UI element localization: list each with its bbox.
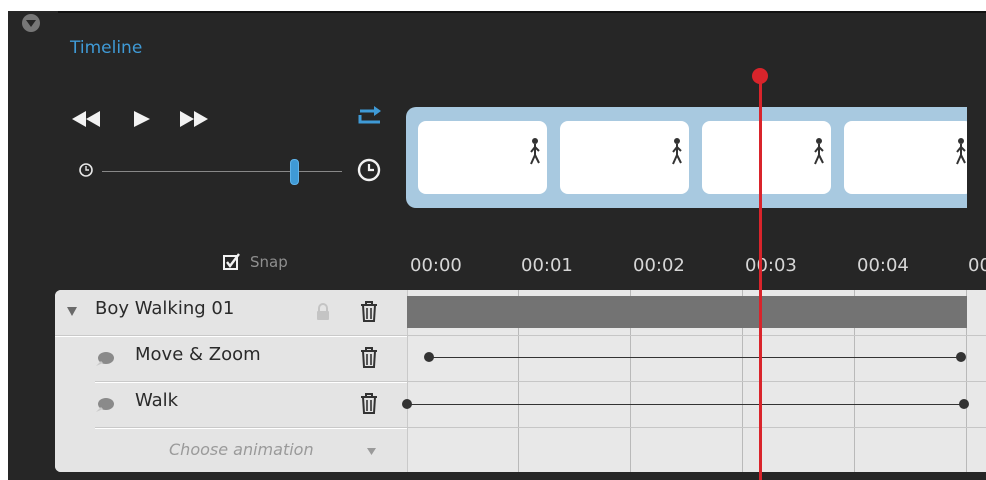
thumbnail-frame <box>560 121 689 194</box>
playhead-line[interactable] <box>759 77 762 480</box>
speed-slider-max <box>356 157 382 187</box>
ruler-tick-label: 00:01 <box>521 255 573 276</box>
track-row-animation[interactable]: Walk <box>55 382 407 427</box>
panel-title: Timeline <box>70 38 143 58</box>
keyframe-start[interactable] <box>402 399 412 409</box>
ruler-tick-label: 00:00 <box>410 255 462 276</box>
walking-boy-icon <box>814 138 824 165</box>
keyframe-end[interactable] <box>956 352 966 362</box>
checkbox-checked-icon[interactable] <box>222 252 242 272</box>
rewind-button[interactable] <box>68 110 104 132</box>
clock-small-icon <box>79 163 93 177</box>
keyframe-end[interactable] <box>959 399 969 409</box>
animation-speech-icon <box>96 398 114 412</box>
fast-forward-button[interactable] <box>176 110 212 132</box>
ruler-tick-label: 00 <box>968 255 986 276</box>
thumbnail-strip[interactable] <box>406 107 967 208</box>
thumbnail-frame <box>418 121 547 194</box>
thumbnail-frame <box>702 121 831 194</box>
tracks-panel: Boy Walking 01 Move & Zoom Walk Choose a… <box>55 290 986 472</box>
grid-row-line <box>407 335 986 336</box>
track-row-object[interactable]: Boy Walking 01 <box>55 290 407 335</box>
trash-icon[interactable] <box>360 300 378 322</box>
rewind-icon <box>72 111 100 127</box>
timeline-grid[interactable] <box>402 290 986 472</box>
animation-name: Walk <box>135 390 179 411</box>
track-object-name: Boy Walking 01 <box>95 298 235 319</box>
grid-row-line <box>407 427 986 428</box>
animation-name: Move & Zoom <box>135 344 261 365</box>
loop-button[interactable] <box>357 106 383 130</box>
animation-span-line <box>409 404 962 405</box>
fast-forward-icon <box>180 111 208 127</box>
snap-label: Snap <box>250 253 288 271</box>
collapse-toggle-icon[interactable] <box>22 14 40 32</box>
trash-icon[interactable] <box>360 392 378 414</box>
clock-large-icon <box>357 158 381 182</box>
grid-row-line <box>407 381 986 382</box>
play-icon <box>134 111 150 127</box>
lock-icon[interactable] <box>315 302 331 322</box>
animation-speech-icon <box>96 352 114 366</box>
panel-top-border <box>58 11 986 13</box>
snap-toggle[interactable]: Snap <box>222 252 288 272</box>
playhead-handle[interactable] <box>752 68 768 84</box>
speed-slider-track[interactable] <box>102 171 342 172</box>
speed-slider-min <box>78 162 94 182</box>
play-button[interactable] <box>132 110 152 132</box>
trash-icon[interactable] <box>360 346 378 368</box>
choose-animation-dropdown[interactable]: Choose animation <box>55 428 407 472</box>
ruler-tick-label: 00:03 <box>745 255 797 276</box>
loop-icon <box>358 106 381 124</box>
speed-slider-handle[interactable] <box>290 159 299 185</box>
thumbnail-frame <box>844 121 967 194</box>
animation-span-line <box>429 357 962 358</box>
walking-boy-icon <box>672 138 682 165</box>
expand-triangle-icon[interactable] <box>67 307 77 316</box>
keyframe-start[interactable] <box>424 352 434 362</box>
track-row-animation[interactable]: Move & Zoom <box>55 336 407 381</box>
walking-boy-icon <box>956 138 966 165</box>
ruler-tick-label: 00:02 <box>633 255 685 276</box>
chevron-down-icon <box>367 448 376 455</box>
choose-animation-label: Choose animation <box>169 440 314 459</box>
walking-boy-icon <box>530 138 540 165</box>
ruler-tick-label: 00:04 <box>857 255 909 276</box>
track-list: Boy Walking 01 Move & Zoom Walk Choose a… <box>55 290 408 472</box>
object-duration-bar[interactable] <box>407 296 967 328</box>
